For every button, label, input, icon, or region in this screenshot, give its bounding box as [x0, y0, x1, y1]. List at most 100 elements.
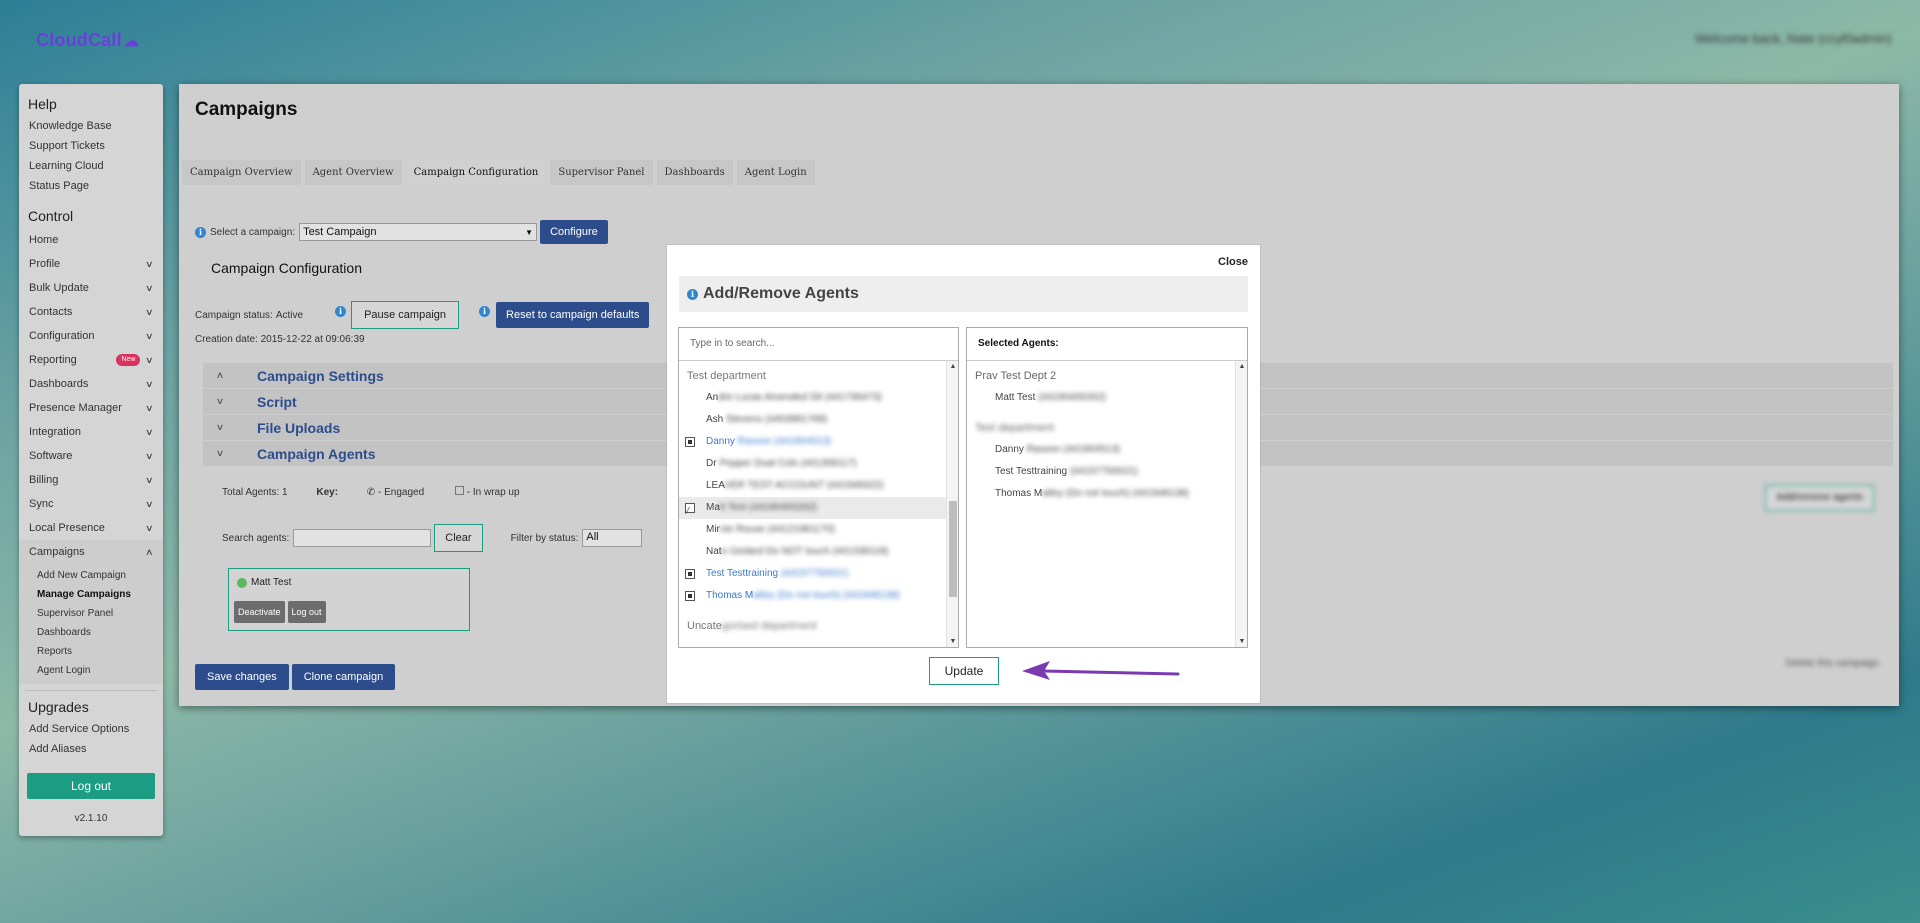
close-button[interactable]: Close [1218, 256, 1248, 268]
agent-option-selected[interactable]: Danny Rasson (441904513) [679, 431, 958, 453]
sidebar-link-add-service-options[interactable]: Add Service Options [19, 719, 163, 739]
chevron-down-icon: ∨ [145, 331, 154, 341]
deactivate-button[interactable]: Deactivate [234, 601, 285, 623]
checkbox-edit-icon[interactable] [685, 501, 695, 523]
selected-agent[interactable]: Test Testtraining (44157750021) [967, 461, 1247, 483]
agent-card-actions: Deactivate Log out [234, 601, 326, 623]
sidebar-item-presence-manager[interactable]: Presence Manager ∨ [19, 396, 163, 420]
sidebar-subitem-reports[interactable]: Reports [19, 642, 163, 661]
upgrades-heading: Upgrades [28, 699, 89, 715]
chevron-down-icon: ∨ [215, 448, 225, 458]
agent-option[interactable]: Nate Gedard Do NOT touch (441338118) [679, 541, 958, 563]
scroll-thumb[interactable] [949, 501, 957, 597]
sidebar-link-status-page[interactable]: Status Page [19, 176, 163, 196]
delete-campaign-link[interactable]: Delete this campaign [1786, 658, 1879, 669]
tab-agent-overview[interactable]: Agent Overview [304, 160, 402, 185]
sidebar-link-knowledge-base[interactable]: Knowledge Base [19, 116, 163, 136]
agent-search-input[interactable]: Type in to search... [679, 328, 958, 361]
clear-button[interactable]: Clear [434, 524, 483, 552]
sidebar-item-local-presence[interactable]: Local Presence ∨ [19, 516, 163, 540]
sidebar-item-home[interactable]: Home [19, 228, 163, 252]
checkbox-checked-icon[interactable] [685, 591, 695, 601]
scrollbar[interactable]: ▲ ▼ [1235, 361, 1247, 647]
agent-option-name: LEA [706, 480, 725, 491]
sidebar-item-dashboards[interactable]: Dashboards ∨ [19, 372, 163, 396]
search-agents-input[interactable] [293, 529, 432, 547]
tab-campaign-configuration[interactable]: Campaign Configuration [405, 160, 547, 185]
sidebar-item-contacts[interactable]: Contacts ∨ [19, 300, 163, 324]
chevron-down-icon: ∨ [145, 259, 154, 269]
sidebar-item-bulk-update[interactable]: Bulk Update ∨ [19, 276, 163, 300]
key-label: Key: [316, 487, 339, 498]
agent-option[interactable]: Andre Lucas Amended Dit (441736473) [679, 387, 958, 409]
selected-agent[interactable]: Thomas Matley (Do not touch) (441948138) [967, 483, 1247, 505]
info-icon[interactable]: i [195, 226, 206, 238]
sidebar-item-campaigns[interactable]: Campaigns ∧ [19, 540, 163, 564]
sidebar-item-software[interactable]: Software ∨ [19, 444, 163, 468]
sidebar-subitem-manage-campaigns[interactable]: Manage Campaigns [19, 585, 163, 604]
agent-option[interactable]: Dr Pepper Dual Cols (441308117) [679, 453, 958, 475]
sidebar-subitem-supervisor-panel[interactable]: Supervisor Panel [19, 604, 163, 623]
campaign-status-value: Active [275, 309, 304, 321]
info-icon[interactable]: i [479, 305, 491, 317]
agent-option-selected[interactable]: Thomas Matley (Do not touch) (441948138) [679, 585, 958, 607]
sidebar-subitem-agent-login[interactable]: Agent Login [19, 661, 163, 680]
sidebar: Help Knowledge Base Support Tickets Lear… [19, 84, 163, 836]
campaign-select[interactable]: Test Campaign ▼ [299, 223, 538, 241]
checkbox-checked-icon[interactable] [685, 569, 695, 579]
agent-option-selected[interactable]: Test Testtraining (44157750021) [679, 563, 958, 585]
cloudcall-logo[interactable]: CloudCall ☁ [36, 30, 139, 51]
sidebar-link-add-aliases[interactable]: Add Aliases [19, 739, 163, 759]
agent-option-detail: Rasson (441904513) [734, 436, 832, 447]
info-icon[interactable]: i [335, 305, 347, 317]
sidebar-subitem-dashboards[interactable]: Dashboards [19, 623, 163, 642]
sidebar-item-profile[interactable]: Profile ∨ [19, 252, 163, 276]
scrollbar[interactable]: ▲ ▼ [946, 361, 958, 647]
sidebar-subitem-add-new-campaign[interactable]: Add New Campaign [19, 566, 163, 585]
sidebar-item-sync[interactable]: Sync ∨ [19, 492, 163, 516]
agent-logout-button[interactable]: Log out [287, 601, 326, 623]
scroll-up-icon[interactable]: ▲ [947, 363, 958, 370]
selected-agent[interactable]: Danny Rasson (441904513) [967, 439, 1247, 461]
accordion-label: Campaign Agents [257, 445, 376, 462]
add-remove-agents-button[interactable]: Add/remove agents [1765, 485, 1874, 511]
logout-button[interactable]: Log out [27, 773, 155, 799]
selected-agent[interactable]: Matt Test (44190400262) [967, 387, 1247, 409]
agent-option[interactable]: Mirnie Rouse (44121981170) [679, 519, 958, 541]
tab-agent-login[interactable]: Agent Login [736, 160, 815, 185]
sidebar-item-configuration[interactable]: Configuration ∨ [19, 324, 163, 348]
modal-header: i Add/Remove Agents [679, 276, 1248, 312]
sidebar-item-billing[interactable]: Billing ∨ [19, 468, 163, 492]
sidebar-item-reporting[interactable]: Reporting New ∨ [19, 348, 163, 372]
agent-option-detail: VER TEST ACCOUNT (441948322) [724, 480, 884, 491]
agent-option-name: Nat [706, 546, 722, 557]
clone-campaign-button[interactable]: Clone campaign [291, 664, 396, 690]
filter-status-select[interactable]: All [582, 529, 643, 547]
help-heading: Help [28, 96, 57, 112]
checkbox-checked-icon[interactable] [685, 437, 695, 447]
tab-dashboards[interactable]: Dashboards [656, 160, 733, 185]
sidebar-link-learning-cloud[interactable]: Learning Cloud [19, 156, 163, 176]
agent-option-hovered[interactable]: Matt Test (44190400262) [679, 497, 958, 523]
campaign-status-row: Campaign status: Active i Pause campaign… [195, 301, 650, 329]
sidebar-item-integration[interactable]: Integration ∨ [19, 420, 163, 444]
info-icon[interactable]: i [687, 288, 698, 300]
tab-supervisor-panel[interactable]: Supervisor Panel [550, 160, 653, 185]
agent-option[interactable]: Ash Stevens (4403981769) [679, 409, 958, 431]
reset-defaults-button[interactable]: Reset to campaign defaults [496, 302, 650, 328]
chevron-down-icon: ▼ [525, 227, 534, 237]
agent-option-name: Test Testtraining [706, 568, 779, 579]
scroll-down-icon[interactable]: ▼ [1236, 638, 1247, 645]
update-button[interactable]: Update [929, 657, 999, 685]
scroll-up-icon[interactable]: ▲ [1236, 363, 1247, 370]
selected-agents-list: Prav Test Dept 2 Matt Test (44190400262)… [967, 361, 1247, 647]
creation-date-value: 2015-12-22 at 09:06:39 [260, 334, 365, 345]
sidebar-link-support-tickets[interactable]: Support Tickets [19, 136, 163, 156]
sidebar-item-label: Software [29, 450, 73, 462]
configure-button[interactable]: Configure [540, 220, 608, 244]
agent-option[interactable]: LEAVER TEST ACCOUNT (441948322) [679, 475, 958, 497]
save-changes-button[interactable]: Save changes [195, 664, 289, 690]
scroll-down-icon[interactable]: ▼ [947, 638, 958, 645]
pause-campaign-button[interactable]: Pause campaign [351, 301, 460, 329]
tab-campaign-overview[interactable]: Campaign Overview [182, 160, 301, 185]
